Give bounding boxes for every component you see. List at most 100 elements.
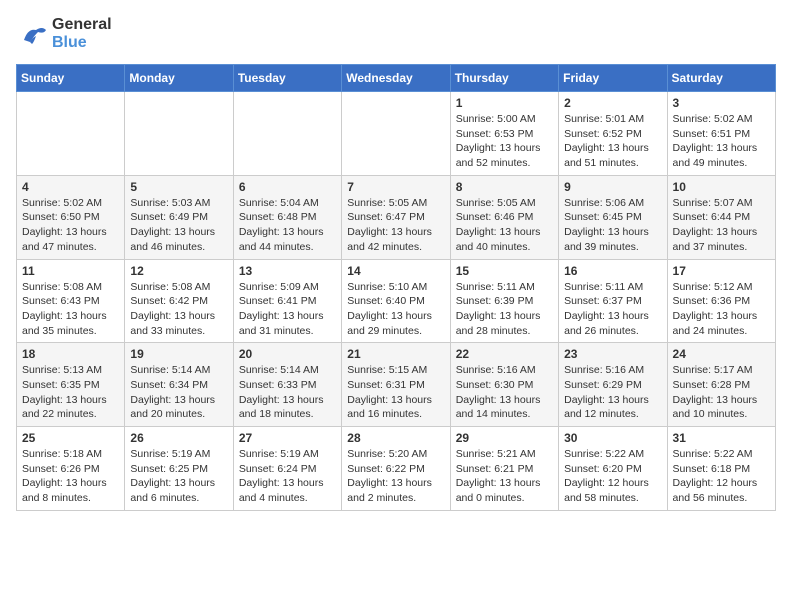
weekday-header: Tuesday <box>233 65 341 92</box>
calendar-cell: 3 Sunrise: 5:02 AMSunset: 6:51 PMDaylight… <box>667 92 775 176</box>
day-info: Sunrise: 5:09 AMSunset: 6:41 PMDaylight:… <box>239 280 336 339</box>
day-info: Sunrise: 5:14 AMSunset: 6:34 PMDaylight:… <box>130 363 227 422</box>
day-info: Sunrise: 5:13 AMSunset: 6:35 PMDaylight:… <box>22 363 119 422</box>
weekday-header: Monday <box>125 65 233 92</box>
day-number: 6 <box>239 180 336 194</box>
day-info: Sunrise: 5:06 AMSunset: 6:45 PMDaylight:… <box>564 196 661 255</box>
day-number: 2 <box>564 96 661 110</box>
calendar-cell: 9 Sunrise: 5:06 AMSunset: 6:45 PMDaylight… <box>559 175 667 259</box>
day-info: Sunrise: 5:19 AMSunset: 6:25 PMDaylight:… <box>130 447 227 506</box>
day-number: 10 <box>673 180 770 194</box>
day-number: 15 <box>456 264 553 278</box>
calendar-cell: 15 Sunrise: 5:11 AMSunset: 6:39 PMDayligh… <box>450 259 558 343</box>
day-info: Sunrise: 5:11 AMSunset: 6:37 PMDaylight:… <box>564 280 661 339</box>
day-number: 24 <box>673 347 770 361</box>
day-number: 12 <box>130 264 227 278</box>
calendar-cell: 28 Sunrise: 5:20 AMSunset: 6:22 PMDayligh… <box>342 427 450 511</box>
calendar-cell: 8Sunrise: 5:05 AMSunset: 6:46 PMDaylight… <box>450 175 558 259</box>
day-number: 27 <box>239 431 336 445</box>
logo: General Blue <box>16 16 112 52</box>
calendar-header-row: SundayMondayTuesdayWednesdayThursdayFrid… <box>17 65 776 92</box>
calendar-cell <box>125 92 233 176</box>
calendar-cell: 10 Sunrise: 5:07 AMSunset: 6:44 PMDayligh… <box>667 175 775 259</box>
day-info: Sunrise: 5:10 AMSunset: 6:40 PMDaylight:… <box>347 280 444 339</box>
weekday-header: Saturday <box>667 65 775 92</box>
logo-text: General Blue <box>52 16 112 52</box>
day-number: 3 <box>673 96 770 110</box>
calendar-table: SundayMondayTuesdayWednesdayThursdayFrid… <box>16 64 776 511</box>
weekday-header: Thursday <box>450 65 558 92</box>
day-number: 20 <box>239 347 336 361</box>
calendar-cell: 1 Sunrise: 5:00 AMSunset: 6:53 PMDaylight… <box>450 92 558 176</box>
day-number: 17 <box>673 264 770 278</box>
day-info: Sunrise: 5:14 AMSunset: 6:33 PMDaylight:… <box>239 363 336 422</box>
calendar-cell: 16 Sunrise: 5:11 AMSunset: 6:37 PMDayligh… <box>559 259 667 343</box>
day-number: 16 <box>564 264 661 278</box>
calendar-cell: 22 Sunrise: 5:16 AMSunset: 6:30 PMDayligh… <box>450 343 558 427</box>
day-info: Sunrise: 5:15 AMSunset: 6:31 PMDaylight:… <box>347 363 444 422</box>
calendar-cell: 11 Sunrise: 5:08 AMSunset: 6:43 PMDayligh… <box>17 259 125 343</box>
day-info: Sunrise: 5:16 AMSunset: 6:30 PMDaylight:… <box>456 363 553 422</box>
day-number: 26 <box>130 431 227 445</box>
calendar-cell: 14 Sunrise: 5:10 AMSunset: 6:40 PMDayligh… <box>342 259 450 343</box>
weekday-header: Friday <box>559 65 667 92</box>
day-number: 22 <box>456 347 553 361</box>
calendar-cell: 20 Sunrise: 5:14 AMSunset: 6:33 PMDayligh… <box>233 343 341 427</box>
logo-icon <box>16 20 48 48</box>
day-info: Sunrise: 5:02 AMSunset: 6:50 PMDaylight:… <box>22 196 119 255</box>
calendar-cell: 24 Sunrise: 5:17 AMSunset: 6:28 PMDayligh… <box>667 343 775 427</box>
calendar-week-row: 11 Sunrise: 5:08 AMSunset: 6:43 PMDayligh… <box>17 259 776 343</box>
day-info: Sunrise: 5:20 AMSunset: 6:22 PMDaylight:… <box>347 447 444 506</box>
day-number: 11 <box>22 264 119 278</box>
calendar-cell: 29Sunrise: 5:21 AMSunset: 6:21 PMDayligh… <box>450 427 558 511</box>
day-info: Sunrise: 5:00 AMSunset: 6:53 PMDaylight:… <box>456 112 553 171</box>
calendar-cell: 19Sunrise: 5:14 AMSunset: 6:34 PMDayligh… <box>125 343 233 427</box>
day-info: Sunrise: 5:19 AMSunset: 6:24 PMDaylight:… <box>239 447 336 506</box>
day-info: Sunrise: 5:17 AMSunset: 6:28 PMDaylight:… <box>673 363 770 422</box>
day-info: Sunrise: 5:07 AMSunset: 6:44 PMDaylight:… <box>673 196 770 255</box>
day-info: Sunrise: 5:12 AMSunset: 6:36 PMDaylight:… <box>673 280 770 339</box>
day-info: Sunrise: 5:16 AMSunset: 6:29 PMDaylight:… <box>564 363 661 422</box>
calendar-week-row: 4 Sunrise: 5:02 AMSunset: 6:50 PMDaylight… <box>17 175 776 259</box>
day-number: 13 <box>239 264 336 278</box>
day-info: Sunrise: 5:08 AMSunset: 6:43 PMDaylight:… <box>22 280 119 339</box>
weekday-header: Wednesday <box>342 65 450 92</box>
day-info: Sunrise: 5:18 AMSunset: 6:26 PMDaylight:… <box>22 447 119 506</box>
calendar-cell <box>342 92 450 176</box>
day-number: 28 <box>347 431 444 445</box>
calendar-cell: 4 Sunrise: 5:02 AMSunset: 6:50 PMDaylight… <box>17 175 125 259</box>
day-number: 1 <box>456 96 553 110</box>
day-info: Sunrise: 5:22 AMSunset: 6:20 PMDaylight:… <box>564 447 661 506</box>
day-info: Sunrise: 5:11 AMSunset: 6:39 PMDaylight:… <box>456 280 553 339</box>
day-number: 14 <box>347 264 444 278</box>
day-number: 30 <box>564 431 661 445</box>
calendar-cell: 26 Sunrise: 5:19 AMSunset: 6:25 PMDayligh… <box>125 427 233 511</box>
calendar-week-row: 1 Sunrise: 5:00 AMSunset: 6:53 PMDaylight… <box>17 92 776 176</box>
calendar-cell: 27 Sunrise: 5:19 AMSunset: 6:24 PMDayligh… <box>233 427 341 511</box>
day-number: 9 <box>564 180 661 194</box>
day-number: 8 <box>456 180 553 194</box>
day-info: Sunrise: 5:22 AMSunset: 6:18 PMDaylight:… <box>673 447 770 506</box>
day-info: Sunrise: 5:01 AMSunset: 6:52 PMDaylight:… <box>564 112 661 171</box>
calendar-cell: 5Sunrise: 5:03 AMSunset: 6:49 PMDaylight… <box>125 175 233 259</box>
calendar-cell: 18 Sunrise: 5:13 AMSunset: 6:35 PMDayligh… <box>17 343 125 427</box>
day-number: 21 <box>347 347 444 361</box>
weekday-header: Sunday <box>17 65 125 92</box>
calendar-cell: 25 Sunrise: 5:18 AMSunset: 6:26 PMDayligh… <box>17 427 125 511</box>
calendar-cell: 12Sunrise: 5:08 AMSunset: 6:42 PMDayligh… <box>125 259 233 343</box>
calendar-week-row: 18 Sunrise: 5:13 AMSunset: 6:35 PMDayligh… <box>17 343 776 427</box>
day-info: Sunrise: 5:04 AMSunset: 6:48 PMDaylight:… <box>239 196 336 255</box>
calendar-cell: 17 Sunrise: 5:12 AMSunset: 6:36 PMDayligh… <box>667 259 775 343</box>
day-number: 18 <box>22 347 119 361</box>
calendar-week-row: 25 Sunrise: 5:18 AMSunset: 6:26 PMDayligh… <box>17 427 776 511</box>
calendar-cell: 2 Sunrise: 5:01 AMSunset: 6:52 PMDaylight… <box>559 92 667 176</box>
day-number: 4 <box>22 180 119 194</box>
calendar-cell: 21 Sunrise: 5:15 AMSunset: 6:31 PMDayligh… <box>342 343 450 427</box>
day-info: Sunrise: 5:02 AMSunset: 6:51 PMDaylight:… <box>673 112 770 171</box>
day-number: 25 <box>22 431 119 445</box>
page-header: General Blue <box>16 16 776 52</box>
day-info: Sunrise: 5:03 AMSunset: 6:49 PMDaylight:… <box>130 196 227 255</box>
day-number: 29 <box>456 431 553 445</box>
calendar-cell: 7Sunrise: 5:05 AMSunset: 6:47 PMDaylight… <box>342 175 450 259</box>
day-number: 23 <box>564 347 661 361</box>
